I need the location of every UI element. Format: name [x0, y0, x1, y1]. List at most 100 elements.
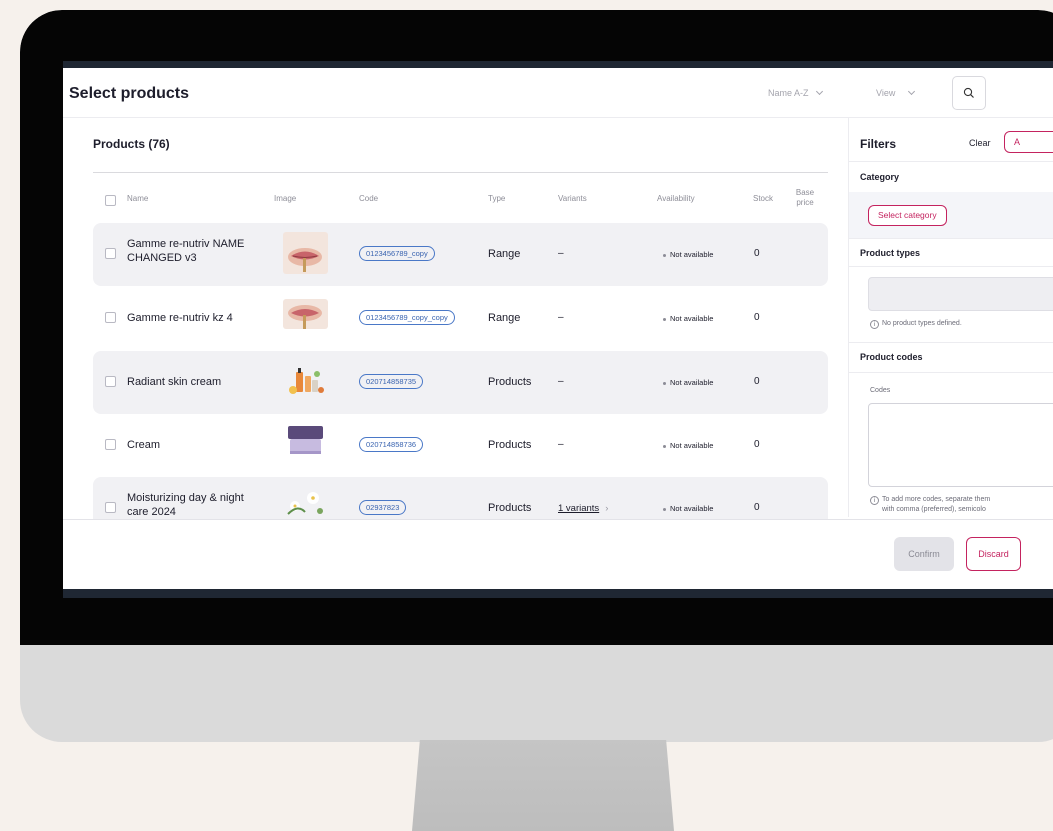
- table-row[interactable]: Moisturizing day & night care 2024 02937…: [93, 477, 828, 519]
- confirm-button[interactable]: Confirm: [894, 537, 954, 571]
- col-base-price: Base price: [795, 188, 815, 207]
- product-type: Products: [488, 376, 532, 388]
- codes-hint-line1: To add more codes, separate them: [882, 496, 991, 503]
- table-row[interactable]: Gamme re-nutriv NAME CHANGED v3 01234567…: [93, 223, 828, 286]
- availability-status: Not available: [663, 504, 713, 513]
- product-variants: –: [558, 248, 564, 259]
- codes-hint: i To add more codes, separate them with co…: [870, 495, 990, 515]
- apply-filters-button[interactable]: A: [1004, 131, 1053, 153]
- product-name: Cream: [127, 439, 161, 451]
- product-name: Gamme re-nutriv kz 4: [127, 312, 233, 324]
- product-stock: 0: [754, 439, 760, 450]
- select-category-button[interactable]: Select category: [868, 205, 947, 226]
- code-tag: 020714858735: [359, 374, 424, 389]
- col-availability: Availability: [657, 194, 695, 203]
- product-types-label: Product types: [860, 248, 921, 258]
- product-types-hint-text: No product types defined.: [882, 320, 962, 327]
- product-stock: 0: [754, 312, 760, 323]
- variants-link[interactable]: 1 variants ›: [558, 503, 608, 514]
- status-dot-icon: [663, 381, 666, 385]
- chevron-right-icon: ›: [605, 503, 609, 514]
- status-dot-icon: [663, 253, 666, 257]
- code-tag: 0123456789_copy: [359, 246, 435, 261]
- col-variants: Variants: [558, 194, 587, 203]
- row-checkbox[interactable]: [105, 312, 116, 323]
- search-button[interactable]: [952, 76, 986, 110]
- flowers-icon: [283, 486, 328, 519]
- table-row[interactable]: Cream 020714858736 Products – Not availa…: [93, 414, 828, 477]
- availability-status: Not available: [663, 314, 713, 323]
- table-row[interactable]: Radiant skin cream 020714858735 Products…: [93, 351, 828, 414]
- filters-title: Filters: [860, 137, 897, 151]
- availability-label: Not available: [670, 441, 714, 450]
- info-icon: i: [870, 496, 879, 505]
- codes-textarea[interactable]: [868, 403, 1053, 487]
- chevron-down-icon: [908, 87, 916, 96]
- availability-label: Not available: [670, 504, 714, 513]
- variants-link-label: 1 variants: [558, 503, 600, 514]
- sort-dropdown[interactable]: Name A-Z: [768, 87, 823, 98]
- product-codes-label: Product codes: [860, 352, 923, 362]
- product-type: Range: [488, 248, 521, 260]
- product-name: Gamme re-nutriv NAME CHANGED v3: [127, 238, 245, 264]
- row-checkbox[interactable]: [105, 248, 116, 259]
- availability-status: Not available: [663, 250, 713, 259]
- table-header: Name Image Code Type Variants Availabili…: [93, 186, 828, 216]
- codes-field-label: Codes: [870, 387, 891, 394]
- product-type: Products: [488, 439, 532, 451]
- col-type: Type: [488, 194, 506, 203]
- clear-filters-button[interactable]: Clear: [969, 138, 991, 148]
- category-label: Category: [860, 172, 900, 182]
- status-dot-icon: [663, 507, 666, 511]
- bottles-icon: [283, 360, 328, 402]
- product-image: [283, 486, 328, 519]
- products-title: Products (76): [93, 137, 170, 151]
- product-image: [283, 360, 328, 402]
- status-dot-icon: [663, 317, 666, 321]
- product-type: Products: [488, 502, 532, 514]
- lips-icon: [283, 232, 328, 274]
- product-types-select[interactable]: [868, 277, 1053, 311]
- product-stock: 0: [754, 248, 760, 259]
- product-name: Radiant skin cream: [127, 376, 222, 388]
- product-stock: 0: [754, 502, 760, 513]
- availability-status: Not available: [663, 378, 713, 387]
- product-stock: 0: [754, 376, 760, 387]
- view-dropdown-value: View: [876, 88, 896, 98]
- product-variants: –: [558, 439, 564, 450]
- info-icon: i: [870, 320, 879, 329]
- search-icon: [963, 87, 974, 98]
- product-variants: –: [558, 312, 564, 323]
- product-image: [283, 424, 328, 458]
- availability-label: Not available: [670, 378, 714, 387]
- table-row[interactable]: Gamme re-nutriv kz 4 0123456789_copy_cop…: [93, 287, 828, 350]
- jar-icon: [283, 424, 328, 458]
- status-dot-icon: [663, 444, 666, 448]
- col-name: Name: [127, 194, 149, 203]
- product-image: [283, 299, 328, 329]
- code-tag: 020714858736: [359, 437, 424, 452]
- code-tag: 0123456789_copy_copy: [359, 310, 455, 325]
- availability-label: Not available: [670, 250, 714, 259]
- app-screen: Select products Name A-Z View Products (…: [63, 61, 1053, 598]
- row-checkbox[interactable]: [105, 502, 116, 513]
- code-tag: 02937823: [359, 500, 407, 515]
- sort-dropdown-value: Name A-Z: [768, 88, 809, 98]
- product-image: [283, 232, 328, 274]
- page-title: Select products: [69, 85, 190, 102]
- col-image: Image: [274, 194, 297, 203]
- select-all-checkbox[interactable]: [105, 195, 116, 206]
- discard-button[interactable]: Discard: [966, 537, 1021, 571]
- view-dropdown[interactable]: View: [876, 87, 916, 98]
- col-code: Code: [359, 194, 379, 203]
- lips-icon: [283, 299, 328, 329]
- availability-status: Not available: [663, 441, 713, 450]
- row-checkbox[interactable]: [105, 439, 116, 450]
- codes-hint-line2: with comma (preferred), semicolo: [882, 506, 986, 513]
- row-checkbox[interactable]: [105, 376, 116, 387]
- availability-label: Not available: [670, 314, 714, 323]
- monitor-stand: [412, 740, 674, 831]
- product-variants: –: [558, 376, 564, 387]
- chevron-down-icon: [815, 87, 823, 96]
- product-name: Moisturizing day & night care 2024: [127, 492, 244, 518]
